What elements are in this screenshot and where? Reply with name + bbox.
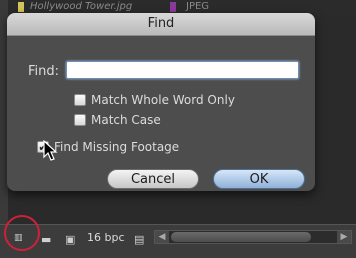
item-type: JPEG [186,1,210,12]
find-dialog: Find Find: Match Whole Word Only Match C… [7,13,315,191]
project-panel-toolbar: ▥ ▬ ▣ 16 bpc ▤ ◀ ▶ [0,224,356,258]
highlight-circle-annotation [4,215,40,251]
match-whole-word-checkbox[interactable] [74,94,86,106]
scroll-thumb[interactable] [171,232,311,242]
horizontal-scrollbar[interactable]: ◀ ▶ [154,230,352,244]
new-folder-icon[interactable]: ▬ [41,233,51,246]
mouse-pointer-icon [43,140,58,161]
find-input[interactable] [66,61,299,79]
match-case-checkbox[interactable] [74,114,86,126]
find-label: Find: [28,64,60,79]
new-composition-icon[interactable]: ▣ [65,233,75,246]
cancel-button[interactable]: Cancel [107,169,199,189]
match-case-label: Match Case [91,113,161,127]
match-whole-word-label: Match Whole Word Only [91,93,235,107]
trash-icon[interactable]: ▤ [134,233,144,246]
item-name: Hollywood Tower.jpg [30,1,133,12]
scroll-left-icon[interactable]: ◀ [155,231,169,243]
label-color-swatch [18,2,24,12]
find-missing-footage-label: Find Missing Footage [54,140,180,154]
bit-depth-button[interactable]: 16 bpc [87,231,125,244]
scroll-right-icon[interactable]: ▶ [337,231,351,243]
dialog-title: Find [7,13,315,36]
label-color-swatch [170,2,176,12]
ok-button[interactable]: OK [213,169,305,189]
